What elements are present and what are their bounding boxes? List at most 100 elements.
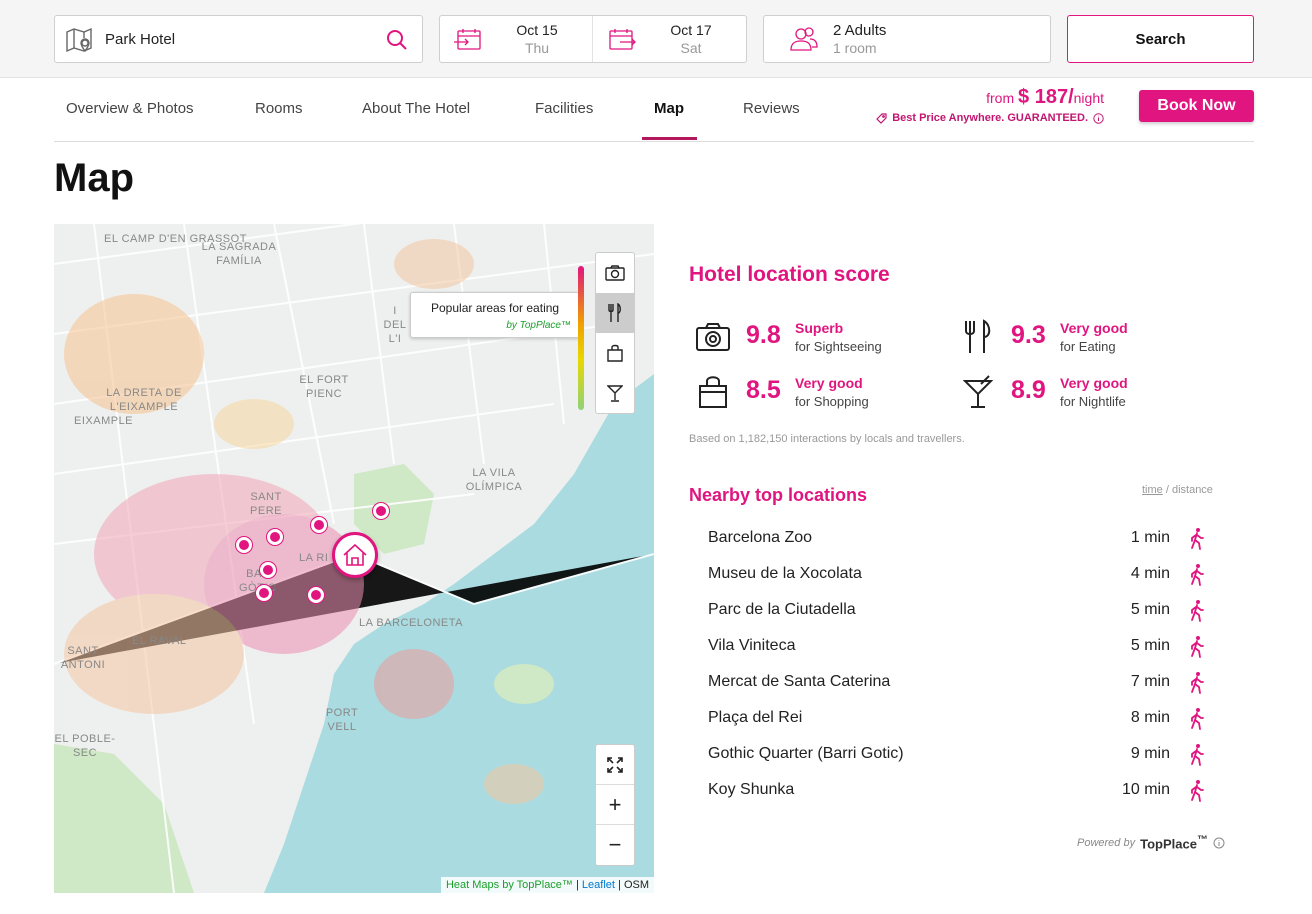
layer-eating-button[interactable]: [596, 293, 634, 333]
map-zoom-control: + −: [595, 744, 635, 866]
nearby-location-item[interactable]: Koy Shunka 10 min: [708, 777, 1208, 813]
score-value: 9.3: [1011, 321, 1046, 349]
search-button[interactable]: Search: [1067, 15, 1254, 63]
nearby-time: 4 min: [1130, 565, 1170, 582]
map-poi-marker[interactable]: [260, 562, 276, 578]
map-label-raval: EL RAVAL: [132, 635, 187, 647]
tab-overview[interactable]: Overview & Photos: [66, 100, 194, 117]
map-location-icon: [66, 27, 92, 53]
nearby-location-item[interactable]: Gothic Quarter (Barri Gotic) 9 min: [708, 741, 1208, 777]
nearby-name: Barcelona Zoo: [708, 529, 813, 546]
nearby-name: Plaça del Rei: [708, 709, 803, 726]
map-poi-marker[interactable]: [236, 537, 252, 553]
location-score-title: Hotel location score: [689, 263, 890, 286]
map-attribution: Heat Maps by TopPlace™ | Leaflet | OSM: [440, 877, 654, 893]
layer-shopping-button[interactable]: [596, 333, 634, 373]
nearby-location-item[interactable]: Vila Viniteca 5 min: [708, 633, 1208, 669]
score-icon-wrap: [689, 317, 737, 357]
score-category: for Nightlife: [1060, 394, 1126, 409]
score-label: Very good: [1060, 375, 1128, 391]
tab-reviews[interactable]: Reviews: [743, 100, 800, 117]
sort-distance-link[interactable]: distance: [1172, 484, 1213, 496]
score-icon-wrap: [954, 317, 1002, 357]
score-label: Very good: [1060, 320, 1128, 336]
hotel-marker[interactable]: [332, 532, 378, 578]
score-shopping: 8.5 Very good for Shopping: [689, 372, 939, 412]
map-poi-marker[interactable]: [267, 529, 283, 545]
search-icon[interactable]: [386, 29, 408, 51]
attribution-leaflet[interactable]: Leaflet: [582, 879, 615, 891]
guests-value: 2 Adults: [833, 22, 887, 39]
sort-toggle: time / distance: [1142, 484, 1213, 496]
shopping-bag-icon: [607, 344, 623, 362]
nearby-name: Gothic Quarter (Barri Gotic): [708, 745, 904, 762]
layer-nightlife-button[interactable]: [596, 373, 634, 413]
score-value: 9.8: [746, 321, 781, 349]
nearby-name: Vila Viniteca: [708, 637, 796, 654]
attribution-heatmaps[interactable]: Heat Maps by TopPlace™: [446, 879, 573, 891]
score-sightseeing: 9.8 Superb for Sightseeing: [689, 317, 939, 357]
tab-about[interactable]: About The Hotel: [362, 100, 470, 117]
tab-rooms[interactable]: Rooms: [255, 100, 303, 117]
zoom-in-button[interactable]: +: [596, 785, 634, 825]
score-eating: 9.3 Very good for Eating: [954, 317, 1204, 357]
tab-facilities[interactable]: Facilities: [535, 100, 593, 117]
tab-map[interactable]: Map: [654, 100, 684, 117]
search-bar: Park Hotel Oct 15 Thu Oct 17 Sat 2 Adult…: [0, 0, 1312, 78]
score-label: Very good: [795, 375, 863, 391]
book-now-button[interactable]: Book Now: [1139, 90, 1254, 122]
score-icon-wrap: [689, 372, 737, 412]
home-icon: [343, 543, 367, 566]
powered-by-text: Powered by: [1077, 836, 1136, 849]
map-label-port-vell: PORT VELL: [325, 707, 359, 733]
tooltip-title: Popular areas for eating: [431, 301, 560, 315]
score-value: 8.9: [1011, 376, 1046, 404]
map-poi-marker[interactable]: [308, 587, 324, 603]
map-label-clot: I DEL L'I: [383, 305, 407, 345]
guarantee-text: Best Price Anywhere. GUARANTEED.: [892, 112, 1088, 124]
map-poi-marker[interactable]: [256, 585, 272, 601]
guests-field[interactable]: 2 Adults 1 room: [763, 15, 1051, 63]
info-icon[interactable]: [1093, 112, 1104, 124]
score-value: 8.5: [746, 376, 781, 404]
walking-icon: [1191, 780, 1204, 802]
camera-icon: [696, 323, 730, 351]
map-poi-marker[interactable]: [373, 503, 389, 519]
walking-icon: [1191, 708, 1204, 730]
checkout-day-value: Sat: [680, 40, 702, 56]
attribution-osm[interactable]: OSM: [624, 879, 649, 891]
nearby-location-item[interactable]: Plaça del Rei 8 min: [708, 705, 1208, 741]
layer-sightseeing-button[interactable]: [596, 253, 634, 293]
guests-icon: [790, 27, 818, 51]
nearby-time: 7 min: [1130, 673, 1170, 690]
fullscreen-button[interactable]: [596, 745, 634, 785]
checkin-date[interactable]: Oct 15 Thu: [440, 16, 593, 62]
price-amount: $ 187: [1018, 86, 1069, 108]
location-field[interactable]: Park Hotel: [54, 15, 423, 63]
info-icon[interactable]: [1213, 837, 1225, 849]
map-label-fort-pienc: EL FORT PIENC: [299, 374, 349, 400]
walking-icon: [1191, 636, 1204, 658]
map-tooltip: Popular areas for eating by TopPlace™: [410, 292, 580, 338]
nearby-name: Museu de la Xocolata: [708, 565, 862, 582]
hotel-map[interactable]: EL CAMP D'EN GRASSOT LA SAGRADA FAMÍLIA …: [54, 224, 654, 893]
nearby-location-item[interactable]: Barcelona Zoo 1 min: [708, 525, 1208, 561]
map-label-sant-antoni: SANT ANTONI: [60, 645, 106, 671]
price-summary: from $ 187/night Best Price Anywhere. GU…: [876, 86, 1104, 124]
location-value[interactable]: Park Hotel: [105, 31, 175, 48]
map-poi-marker[interactable]: [311, 517, 327, 533]
nearby-time: 5 min: [1130, 601, 1170, 618]
price-unit: night: [1073, 90, 1104, 106]
nearby-location-item[interactable]: Mercat de Santa Caterina 7 min: [708, 669, 1208, 705]
calendar-checkout-icon: [609, 29, 636, 50]
brand-name: TopPlace: [1140, 836, 1197, 852]
sort-time-link[interactable]: time: [1142, 484, 1163, 496]
checkout-date[interactable]: Oct 17 Sat: [594, 16, 747, 62]
cocktail-icon: [963, 375, 993, 408]
nearby-location-item[interactable]: Parc de la Ciutadella 5 min: [708, 597, 1208, 633]
cocktail-icon: [607, 385, 623, 402]
zoom-out-button[interactable]: −: [596, 825, 634, 865]
camera-icon: [605, 265, 625, 281]
nearby-location-item[interactable]: Museu de la Xocolata 4 min: [708, 561, 1208, 597]
dates-field[interactable]: Oct 15 Thu Oct 17 Sat: [439, 15, 747, 63]
